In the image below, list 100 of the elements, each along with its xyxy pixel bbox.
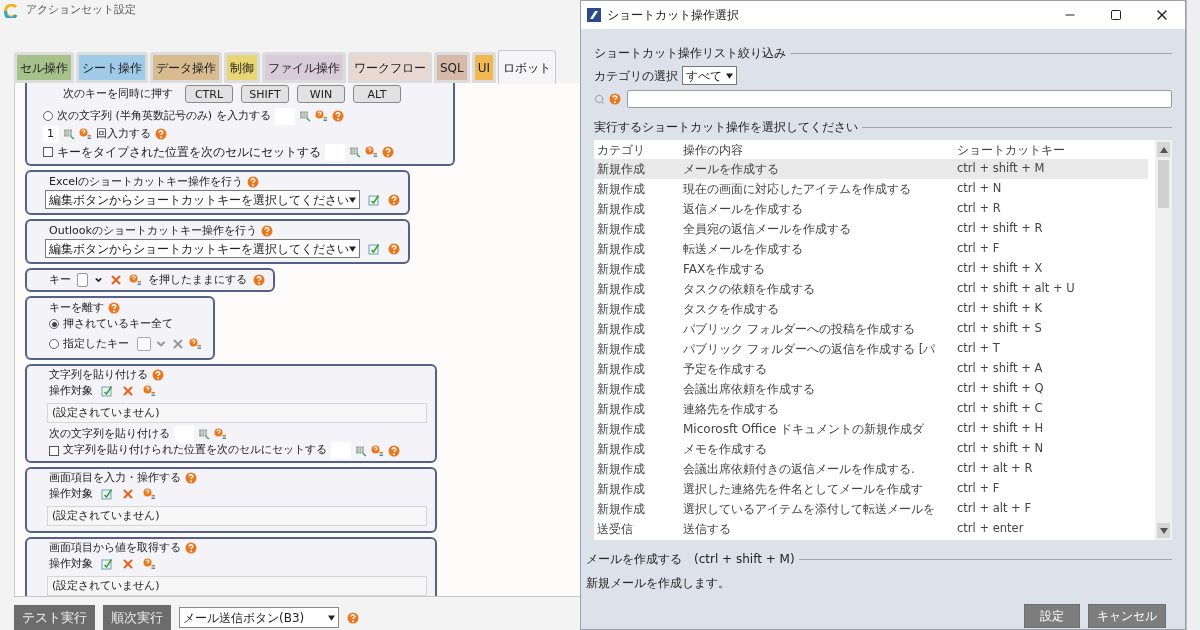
edit-icon[interactable] xyxy=(101,558,113,570)
tab[interactable]: ロボット xyxy=(498,50,557,84)
category-select[interactable]: すべて xyxy=(682,66,737,85)
help-icon[interactable] xyxy=(388,242,400,255)
help-icon[interactable] xyxy=(108,302,120,314)
edit-icon[interactable] xyxy=(101,488,113,500)
cell-picker-icon[interactable] xyxy=(349,146,361,158)
table-row[interactable]: 新規作成 選択しているアイテムを添付して転送メールを ctrl + alt + F xyxy=(594,499,1148,519)
run-button[interactable]: 順次実行 xyxy=(103,605,171,630)
table-row[interactable]: 新規作成 現在の画面に対応したアイテムを作成する ctrl + N xyxy=(594,179,1148,199)
tab[interactable]: 制御 xyxy=(224,52,260,83)
tab[interactable]: セル操作 xyxy=(14,52,74,83)
search-field[interactable] xyxy=(627,90,1172,108)
dropdown-caret-icon[interactable] xyxy=(349,245,356,252)
scroll-down-icon[interactable] xyxy=(1157,523,1170,538)
table-row[interactable]: 新規作成 メールを作成する ctrl + shift + M xyxy=(594,159,1148,179)
key-field[interactable] xyxy=(77,273,88,287)
table-row[interactable]: 新規作成 会議出席依頼付きの返信メールを作成する. ctrl + alt + R xyxy=(594,459,1148,479)
delete-icon[interactable] xyxy=(121,487,135,501)
variable-icon[interactable] xyxy=(365,146,378,158)
shortcut-select[interactable]: 編集ボタンからショートカットキーを選択してください xyxy=(45,239,360,258)
input-field[interactable]: 1 xyxy=(43,125,59,143)
delete-icon[interactable] xyxy=(109,273,123,287)
help-icon[interactable] xyxy=(253,274,265,286)
variable-icon[interactable] xyxy=(371,444,384,457)
table-row[interactable]: 新規作成 連絡先を作成する ctrl + shift + C xyxy=(594,399,1148,419)
table-row[interactable]: 新規作成 会議出席依頼を作成する ctrl + shift + Q xyxy=(594,379,1148,399)
help-icon[interactable] xyxy=(185,542,197,554)
help-icon[interactable] xyxy=(247,176,260,188)
key-button[interactable]: ALT xyxy=(353,85,401,103)
edit-icon[interactable] xyxy=(368,242,380,255)
help-icon[interactable] xyxy=(331,110,344,122)
table-row[interactable]: 送受信 送信する ctrl + enter xyxy=(594,519,1148,539)
cell-picker-icon[interactable] xyxy=(355,444,367,457)
table-row[interactable]: 新規作成 メモを作成する ctrl + shift + N xyxy=(594,439,1148,459)
help-icon[interactable] xyxy=(152,369,164,381)
variable-icon[interactable] xyxy=(143,488,156,500)
key-button[interactable]: CTRL xyxy=(185,85,233,103)
edit-icon[interactable] xyxy=(368,193,380,206)
cell-picker-icon[interactable] xyxy=(198,428,210,440)
table-row[interactable]: 新規作成 パブリック フォルダーへの投稿を作成する ctrl + shift + S xyxy=(594,319,1148,339)
key-field[interactable] xyxy=(137,337,151,351)
help-icon[interactable] xyxy=(260,225,273,237)
variable-icon[interactable] xyxy=(79,128,92,140)
variable-icon[interactable] xyxy=(314,110,328,122)
scroll-thumb[interactable] xyxy=(1158,160,1169,208)
dialog-button[interactable]: キャンセル xyxy=(1088,604,1166,628)
table-row[interactable]: 新規作成 予定を作成する ctrl + shift + A xyxy=(594,359,1148,379)
help-icon[interactable] xyxy=(388,193,400,206)
help-icon[interactable] xyxy=(347,611,359,624)
table-row[interactable]: 新規作成 全員宛の返信メールを作成する ctrl + shift + R xyxy=(594,219,1148,239)
tab[interactable]: シート操作 xyxy=(76,52,148,83)
table-row[interactable]: 新規作成 パブリック フォルダーへの返信を作成する [パ ctrl + T xyxy=(594,339,1148,359)
help-icon[interactable] xyxy=(382,146,394,158)
dropdown-caret-icon[interactable] xyxy=(328,614,335,621)
variable-icon[interactable] xyxy=(143,385,156,397)
table-row[interactable]: 新規作成 返信メールを作成する ctrl + R xyxy=(594,199,1148,219)
delete-icon[interactable] xyxy=(171,337,185,351)
table-row[interactable]: 新規作成 Micorosft Office ドキュメントの新規作成ダ ctrl + shift + H xyxy=(594,419,1148,439)
key-button[interactable]: WIN xyxy=(297,85,345,103)
maximize-icon[interactable] xyxy=(1110,9,1122,21)
edit-icon[interactable] xyxy=(101,385,113,397)
checkbox[interactable] xyxy=(43,147,53,157)
tab[interactable]: データ操作 xyxy=(150,52,222,83)
radio-button[interactable] xyxy=(43,111,53,121)
help-icon[interactable] xyxy=(609,93,621,105)
scrollbar[interactable] xyxy=(1155,140,1172,540)
dropdown-caret-icon[interactable] xyxy=(349,196,356,203)
variable-icon[interactable] xyxy=(143,558,156,570)
key-button[interactable]: SHIFT xyxy=(241,85,289,103)
table-row[interactable]: 新規作成 選択した連絡先を件名としてメールを作成す ctrl + F xyxy=(594,479,1148,499)
table-cell-text: 新規作成 xyxy=(597,281,646,298)
variable-icon[interactable] xyxy=(214,428,227,440)
variable-icon[interactable] xyxy=(129,274,142,286)
radio-button[interactable] xyxy=(49,319,59,329)
tab[interactable]: SQL xyxy=(434,52,470,83)
cell-picker-icon[interactable] xyxy=(298,110,311,122)
tab[interactable]: ワークフロー xyxy=(348,52,432,83)
help-icon[interactable] xyxy=(155,128,167,140)
scroll-up-icon[interactable] xyxy=(1157,142,1170,157)
checkbox[interactable] xyxy=(49,445,59,456)
dialog-button[interactable]: 設定 xyxy=(1024,604,1080,628)
table-row[interactable]: 新規作成 FAXを作成する ctrl + shift + X xyxy=(594,259,1148,279)
table-row[interactable]: 新規作成 転送メールを作成する ctrl + F xyxy=(594,239,1148,259)
group-title: 実行するショートカット操作を選択してください xyxy=(594,119,858,136)
button-select[interactable]: メール送信ボタン(B3) xyxy=(179,607,339,628)
help-icon[interactable] xyxy=(388,444,400,457)
help-icon[interactable] xyxy=(185,472,197,484)
delete-icon[interactable] xyxy=(121,557,135,571)
tab[interactable]: UI xyxy=(471,52,497,83)
run-button[interactable]: テスト実行 xyxy=(14,605,95,630)
delete-icon[interactable] xyxy=(121,384,135,398)
table-row[interactable]: 新規作成 タスクの依頼を作成する ctrl + shift + alt + U xyxy=(594,279,1148,299)
dropdown-caret-icon[interactable] xyxy=(726,72,733,79)
radio-button[interactable] xyxy=(49,339,59,349)
tab[interactable]: ファイル操作 xyxy=(262,52,346,83)
shortcut-select[interactable]: 編集ボタンからショートカットキーを選択してください xyxy=(45,190,360,209)
variable-icon[interactable] xyxy=(189,338,202,350)
cell-picker-icon[interactable] xyxy=(63,128,75,140)
table-row[interactable]: 新規作成 タスクを作成する ctrl + shift + K xyxy=(594,299,1148,319)
